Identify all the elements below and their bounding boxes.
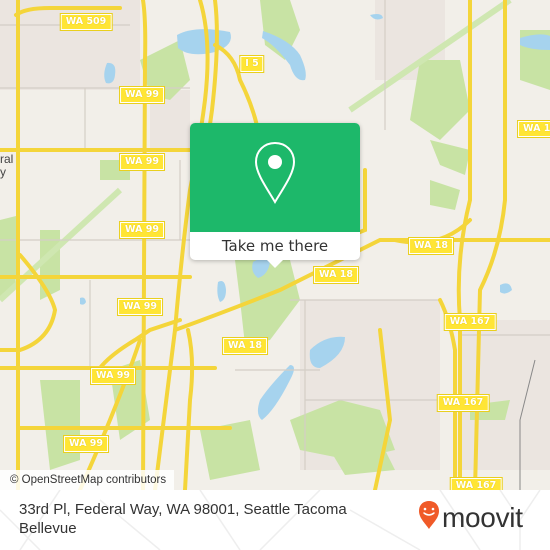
popup-pointer bbox=[266, 259, 284, 268]
route-shield-wa-167: WA 167 bbox=[449, 477, 503, 490]
route-shield-wa-167: WA 167 bbox=[436, 394, 490, 412]
moovit-wordmark: moovit bbox=[442, 501, 523, 533]
route-shield-wa-16: WA 16 bbox=[517, 120, 550, 138]
map-view[interactable]: ral y WA 509 I 5 WA 99 WA 99 WA 99 WA 99… bbox=[0, 0, 550, 490]
route-shield-wa-99: WA 99 bbox=[90, 367, 136, 385]
route-shield-wa-99: WA 99 bbox=[119, 221, 165, 239]
route-shield-wa-18: WA 18 bbox=[313, 266, 359, 284]
route-shield-wa-99: WA 99 bbox=[119, 86, 165, 104]
popup-header bbox=[190, 123, 360, 232]
moovit-pin-icon bbox=[418, 500, 440, 535]
destination-popup: Take me there bbox=[190, 123, 360, 268]
route-shield-wa-99: WA 99 bbox=[117, 298, 163, 316]
take-me-there-button[interactable]: Take me there bbox=[190, 232, 360, 260]
place-label-federal-way-2: y bbox=[0, 165, 6, 179]
footer-panel: 33rd Pl, Federal Way, WA 98001, Seattle … bbox=[0, 490, 550, 550]
place-label-federal-way-1: ral bbox=[0, 152, 14, 166]
route-shield-wa-18: WA 18 bbox=[408, 237, 454, 255]
route-shield-wa-167: WA 167 bbox=[443, 313, 497, 331]
route-shield-i-5: I 5 bbox=[239, 55, 265, 73]
address-text: 33rd Pl, Federal Way, WA 98001, Seattle … bbox=[19, 501, 347, 537]
route-shield-wa-18: WA 18 bbox=[222, 337, 268, 355]
route-shield-wa-509: WA 509 bbox=[59, 13, 113, 31]
map-attribution[interactable]: © OpenStreetMap contributors bbox=[0, 470, 175, 490]
moovit-logo[interactable]: moovit bbox=[418, 500, 523, 535]
route-shield-wa-99: WA 99 bbox=[63, 435, 109, 453]
route-shield-wa-99: WA 99 bbox=[119, 153, 165, 171]
